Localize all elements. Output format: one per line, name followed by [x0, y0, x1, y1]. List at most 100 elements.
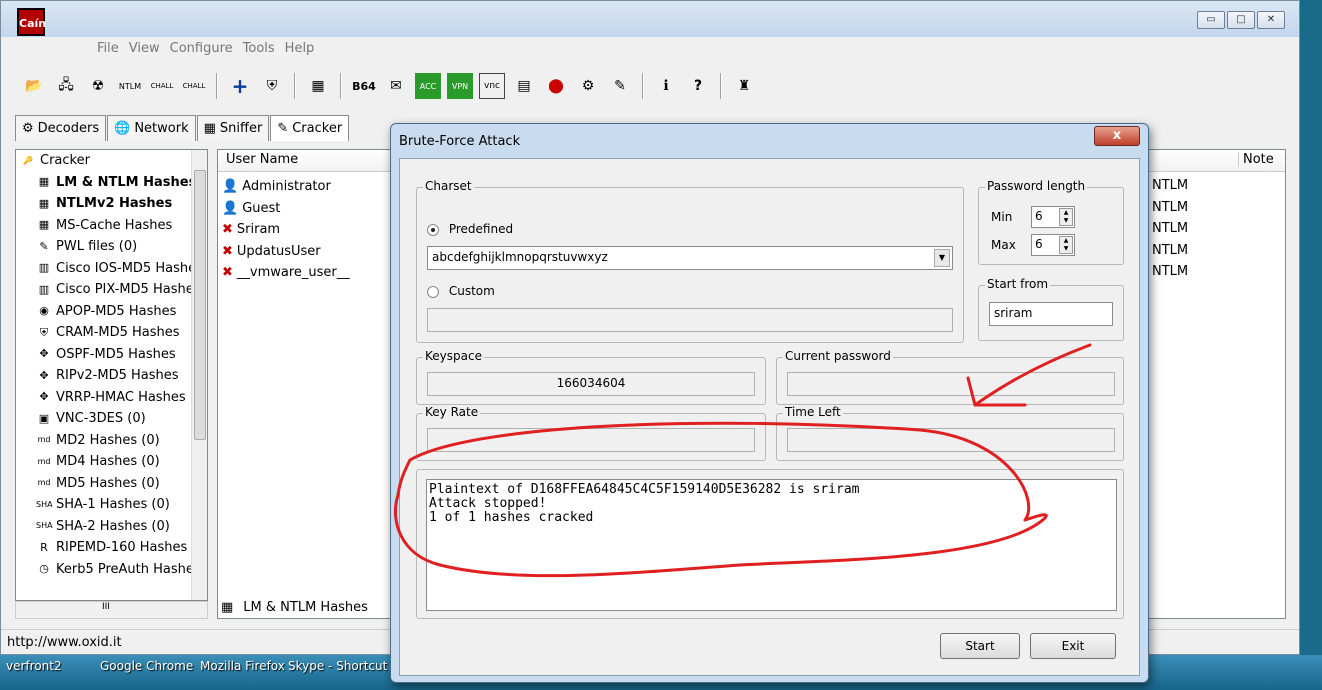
tab-sniffer[interactable]: ▦ Sniffer: [196, 115, 270, 141]
radiation-icon[interactable]: ☢: [85, 73, 111, 99]
info-icon[interactable]: ℹ: [653, 73, 679, 99]
desktop-item-chrome[interactable]: Google Chrome: [100, 660, 193, 673]
sidebar-item[interactable]: ◉ APOP-MD5 Hashes: [16, 301, 207, 323]
menu-configure[interactable]: Configure: [170, 41, 233, 56]
desktop-item-skype[interactable]: Skype - Shortcut: [288, 660, 387, 673]
predefined-charset-select[interactable]: abcdefghijklmnopqrstuvwxyz ▼: [427, 246, 953, 270]
sidebar-item-label: VNC-3DES (0): [56, 411, 146, 427]
table-row[interactable]: 👤 Guest: [222, 198, 280, 219]
sidebar-item[interactable]: md MD4 Hashes (0): [16, 451, 207, 473]
chevron-down-icon[interactable]: ▼: [934, 249, 950, 267]
exit-button[interactable]: Exit: [1030, 633, 1116, 659]
sidebar-item[interactable]: SHA SHA-1 Hashes (0): [16, 494, 207, 516]
dialog-close-button[interactable]: x: [1094, 126, 1140, 146]
current-password-group: Current password: [776, 349, 1124, 405]
sidebar-item[interactable]: ▣ VNC-3DES (0): [16, 408, 207, 430]
tab-label: Network: [134, 121, 189, 136]
spinner-arrows-icon[interactable]: ▲ ▼: [1059, 236, 1073, 254]
chall-spoof-reset-icon[interactable]: CHALL: [149, 73, 175, 99]
add-network-icon[interactable]: 🖧: [53, 73, 79, 99]
start-from-input[interactable]: sriram: [989, 302, 1113, 326]
hash-icon[interactable]: ▦: [305, 73, 331, 99]
sha2-icon: SHA: [36, 521, 53, 531]
sidebar-item[interactable]: ▦ NTLMv2 Hashes: [16, 193, 207, 215]
help-icon[interactable]: ?: [685, 73, 711, 99]
start-button[interactable]: Start: [940, 633, 1020, 659]
desktop-item-1[interactable]: verfront2: [6, 660, 62, 673]
table-row[interactable]: ✖ Sriram: [222, 219, 280, 240]
minimize-button[interactable]: ▭: [1197, 11, 1225, 29]
sidebar-item[interactable]: ◷ Kerb5 PreAuth Hashes: [16, 559, 207, 581]
table-row[interactable]: 👤 Administrator: [222, 176, 331, 197]
attack-log[interactable]: Plaintext of D168FFEA64845C4C5F159140D5E…: [426, 479, 1117, 611]
calculator-icon[interactable]: ▤: [511, 73, 537, 99]
max-length-spinner[interactable]: 6 ▲ ▼: [1031, 234, 1075, 256]
status-url: http://www.oxid.it: [7, 635, 122, 650]
gear-icon[interactable]: ⚙: [575, 73, 601, 99]
sidebar-item[interactable]: ✥ OSPF-MD5 Hashes: [16, 344, 207, 366]
column-user-name[interactable]: User Name: [226, 152, 298, 167]
tab-decoders[interactable]: ⚙ Decoders: [15, 115, 107, 141]
base64-icon[interactable]: B64: [351, 73, 377, 99]
menu-view[interactable]: View: [129, 41, 160, 56]
keyspace-value: 166034604: [427, 372, 755, 396]
vnc-icon[interactable]: vnc: [479, 73, 505, 99]
table-row[interactable]: ✖ UpdatusUser: [222, 241, 321, 262]
keyspace-legend: Keyspace: [423, 349, 484, 363]
sidebar-item-label: Kerb5 PreAuth Hashes: [56, 561, 201, 577]
sidebar-item[interactable]: SHA SHA-2 Hashes (0): [16, 516, 207, 538]
certificate-icon[interactable]: ✉: [383, 73, 409, 99]
menu-file[interactable]: File: [97, 41, 119, 56]
min-length-spinner[interactable]: 6 ▲ ▼: [1031, 206, 1075, 228]
bottom-tab-lm-ntlm[interactable]: ▦ LM & NTLM Hashes: [217, 594, 368, 620]
menu-tools[interactable]: Tools: [243, 41, 275, 56]
shield-icon[interactable]: ⛨: [259, 73, 285, 99]
desktop-item-firefox[interactable]: Mozilla Firefox: [200, 660, 285, 673]
sidebar-item[interactable]: ▦ MS-Cache Hashes: [16, 215, 207, 237]
sidebar-item[interactable]: ✎ PWL files (0): [16, 236, 207, 258]
sidebar-hscrollbar[interactable]: III: [15, 601, 208, 619]
custom-charset-input[interactable]: [427, 308, 953, 332]
predefined-option[interactable]: Predefined: [427, 222, 513, 236]
sidebar-item[interactable]: md MD2 Hashes (0): [16, 430, 207, 452]
sidebar-item[interactable]: ▥ Cisco PIX-MD5 Hashes: [16, 279, 207, 301]
tab-network[interactable]: 🌐 Network: [107, 115, 196, 141]
sidebar-item[interactable]: ✥ VRRP-HMAC Hashes: [16, 387, 207, 409]
sidebar-item[interactable]: ✥ RIPv2-MD5 Hashes: [16, 365, 207, 387]
column-note[interactable]: Note: [1238, 152, 1274, 167]
sidebar-item[interactable]: ▥ Cisco IOS-MD5 Hashes: [16, 258, 207, 280]
sidebar-vscrollbar[interactable]: [191, 150, 207, 600]
cram-icon: ⛨: [39, 325, 49, 339]
close-button[interactable]: ✕: [1257, 11, 1285, 29]
tower-icon[interactable]: ♜: [731, 73, 757, 99]
current-password-value: [787, 372, 1115, 396]
spinner-arrows-icon[interactable]: ▲ ▼: [1059, 208, 1073, 226]
ntlm-auth-icon[interactable]: NTLM: [117, 73, 143, 99]
maximize-button[interactable]: □: [1227, 11, 1255, 29]
max-value: 6: [1035, 237, 1043, 251]
sidebar-item[interactable]: md MD5 Hashes (0): [16, 473, 207, 495]
access-db-icon[interactable]: ACC: [415, 73, 441, 99]
password-length-legend: Password length: [985, 179, 1088, 193]
sidebar-item[interactable]: 🔑 Cracker: [16, 150, 207, 172]
table-row[interactable]: ✖ __vmware_user__: [222, 262, 350, 283]
scroll-thumb[interactable]: [194, 170, 206, 440]
sidebar-item[interactable]: R RIPEMD-160 Hashes: [16, 537, 207, 559]
plus-icon[interactable]: +: [227, 73, 253, 99]
custom-radio[interactable]: [427, 285, 439, 298]
sidebar-item[interactable]: ⛨ CRAM-MD5 Hashes: [16, 322, 207, 344]
tab-cracker[interactable]: ✎ Cracker: [270, 115, 350, 141]
vpn-icon[interactable]: VPN: [447, 73, 473, 99]
stop-icon[interactable]: ⬤: [543, 73, 569, 99]
apop-icon: ◉: [39, 304, 49, 318]
password-icon[interactable]: ✎: [607, 73, 633, 99]
custom-option[interactable]: Custom: [427, 284, 495, 298]
chall-spoof-ntlm-icon[interactable]: CHALL: [181, 73, 207, 99]
predefined-radio[interactable]: [427, 223, 439, 236]
menu-help[interactable]: Help: [285, 41, 315, 56]
open-folder-icon[interactable]: 📂: [21, 73, 47, 99]
titlebar: Caín ▭ □ ✕: [1, 1, 1299, 37]
sidebar-item[interactable]: ▦ LM & NTLM Hashes: [16, 172, 207, 194]
sidebar-item-label: RIPv2-MD5 Hashes: [56, 368, 179, 384]
charset-value: abcdefghijklmnopqrstuvwxyz: [432, 250, 608, 264]
